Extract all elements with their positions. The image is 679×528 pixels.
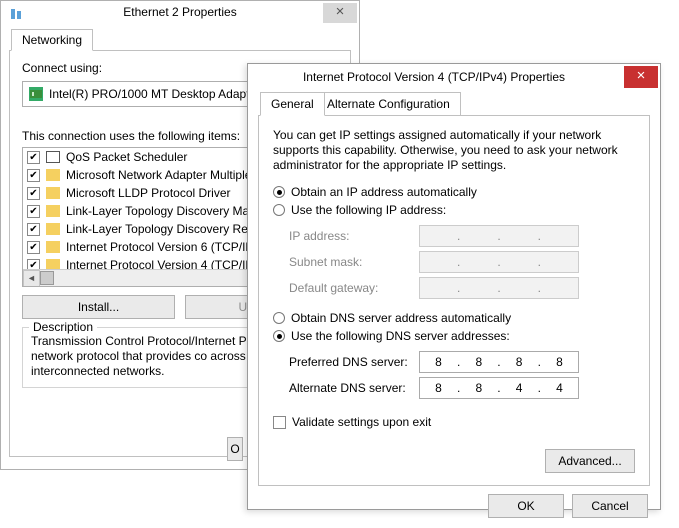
ok-button[interactable]: OK — [488, 494, 564, 518]
default-gateway-label: Default gateway: — [289, 281, 419, 295]
cancel-button[interactable]: Cancel — [572, 494, 648, 518]
alternate-dns-label: Alternate DNS server: — [289, 381, 419, 395]
checkbox[interactable]: ✔ — [27, 187, 40, 200]
window2-tabs: General Alternate Configuration — [258, 92, 650, 116]
adapter-name: Intel(R) PRO/1000 MT Desktop Adapte — [49, 87, 256, 101]
preferred-dns-label: Preferred DNS server: — [289, 355, 419, 369]
radio-dns-auto[interactable]: Obtain DNS server address automatically — [273, 311, 635, 325]
checkbox[interactable]: ✔ — [27, 223, 40, 236]
explanatory-text: You can get IP settings assigned automat… — [273, 128, 635, 173]
window1-title: Ethernet 2 Properties — [1, 5, 359, 19]
window2-titlebar[interactable]: Internet Protocol Version 4 (TCP/IPv4) P… — [248, 64, 660, 92]
component-icon — [46, 187, 60, 199]
component-icon — [46, 205, 60, 217]
component-icon — [46, 223, 60, 235]
subnet-mask-input: ... — [419, 251, 579, 273]
advanced-button[interactable]: Advanced... — [545, 449, 635, 473]
ok-button[interactable]: O — [227, 437, 243, 461]
tab-networking[interactable]: Networking — [11, 29, 93, 51]
description-legend: Description — [29, 320, 97, 334]
radio-icon — [273, 330, 285, 342]
preferred-dns-input[interactable]: 8. 8. 8. 8 — [419, 351, 579, 373]
checkbox-icon — [273, 416, 286, 429]
scroll-left-icon[interactable]: ◄ — [23, 270, 40, 287]
component-icon — [46, 241, 60, 253]
ipv4-properties-window: Internet Protocol Version 4 (TCP/IPv4) P… — [247, 63, 661, 510]
radio-icon — [273, 312, 285, 324]
tab-general[interactable]: General — [260, 92, 325, 116]
radio-icon — [273, 204, 285, 216]
window2-title: Internet Protocol Version 4 (TCP/IPv4) P… — [248, 70, 620, 84]
nic-icon — [29, 87, 43, 101]
radio-ip-manual[interactable]: Use the following IP address: — [273, 203, 635, 217]
radio-icon — [273, 186, 285, 198]
ip-address-input: ... — [419, 225, 579, 247]
radio-dns-manual[interactable]: Use the following DNS server addresses: — [273, 329, 635, 343]
alternate-dns-input[interactable]: 8. 8. 4. 4 — [419, 377, 579, 399]
checkbox[interactable]: ✔ — [27, 151, 40, 164]
window1-tabs: Networking — [9, 29, 351, 51]
validate-settings-checkbox[interactable]: Validate settings upon exit — [273, 415, 635, 429]
default-gateway-input: ... — [419, 277, 579, 299]
install-button[interactable]: Install... — [22, 295, 175, 319]
checkbox[interactable]: ✔ — [27, 241, 40, 254]
tab-alternate-config[interactable]: Alternate Configuration — [316, 92, 461, 116]
subnet-mask-label: Subnet mask: — [289, 255, 419, 269]
window1-titlebar[interactable]: Ethernet 2 Properties × — [1, 1, 359, 29]
component-icon — [46, 151, 60, 163]
component-icon — [46, 169, 60, 181]
checkbox[interactable]: ✔ — [27, 205, 40, 218]
close-button[interactable]: × — [624, 66, 658, 88]
ip-address-label: IP address: — [289, 229, 419, 243]
radio-ip-auto[interactable]: Obtain an IP address automatically — [273, 185, 635, 199]
scroll-thumb[interactable] — [40, 271, 54, 285]
checkbox[interactable]: ✔ — [27, 169, 40, 182]
close-button[interactable]: × — [323, 3, 357, 23]
